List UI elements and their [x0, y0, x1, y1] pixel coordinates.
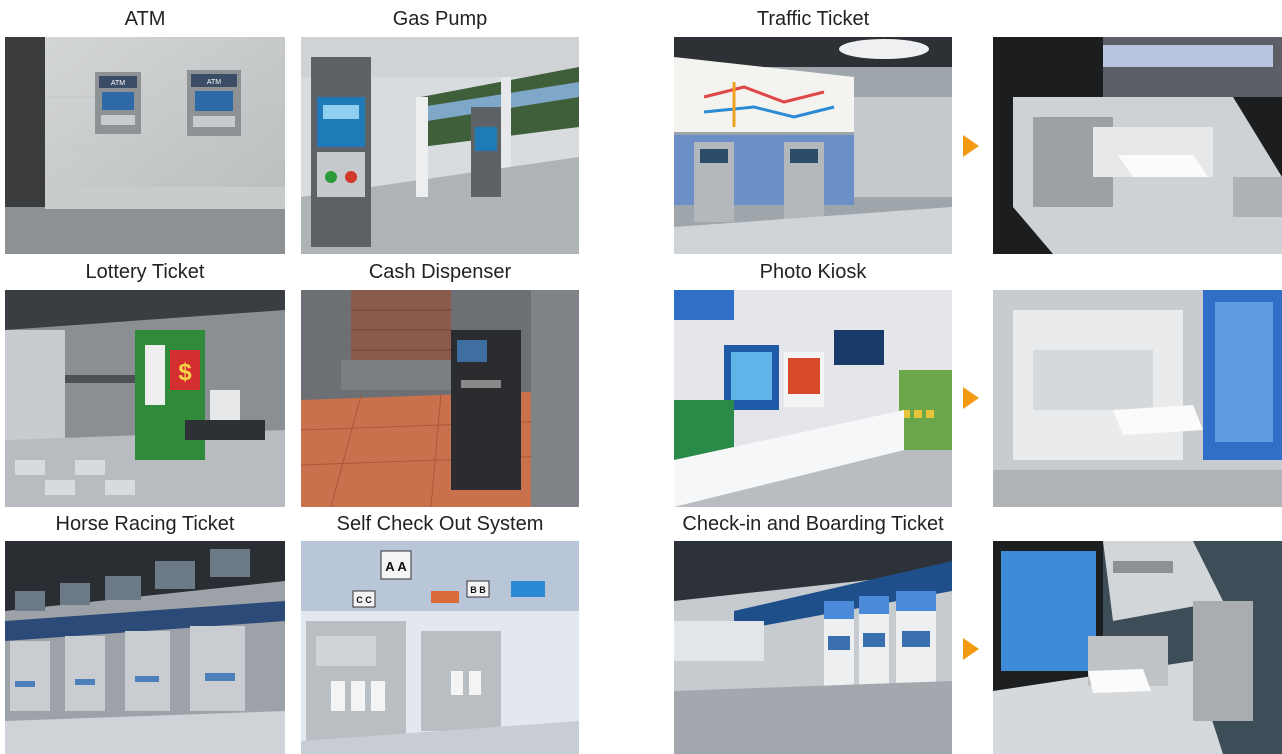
check-in-boarding-printer-detail	[993, 541, 1282, 754]
atm-machine-left: ATM	[95, 72, 141, 134]
traffic-ticket-printer-detail	[993, 37, 1282, 254]
svg-text:$: $	[178, 359, 192, 386]
photo-kiosk-printer-detail	[993, 290, 1282, 507]
caption-traffic-ticket: Traffic Ticket	[756, 8, 870, 30]
svg-text:ATM: ATM	[111, 80, 125, 87]
svg-text:B B: B B	[470, 585, 486, 595]
caption-lottery-ticket: Lottery Ticket	[85, 261, 205, 283]
check-in-boarding-image	[674, 541, 952, 754]
atm-machine-right: ATM	[187, 70, 241, 136]
caption-cash-dispenser: Cash Dispenser	[368, 261, 512, 283]
lottery-ticket-image: $	[5, 290, 285, 507]
triangle-right-icon	[963, 387, 979, 409]
svg-text:A A: A A	[385, 559, 407, 574]
caption-self-check-out: Self Check Out System	[336, 513, 544, 535]
svg-text:C C: C C	[356, 595, 372, 605]
self-check-out-image: A A C C B B	[301, 541, 579, 754]
caption-horse-racing-ticket: Horse Racing Ticket	[55, 513, 235, 535]
atm-image: ATM ATM	[5, 37, 285, 254]
caption-gas-pump: Gas Pump	[392, 8, 488, 30]
horse-racing-ticket-image	[5, 541, 285, 754]
gas-pump-image	[301, 37, 579, 254]
photo-kiosk-image	[674, 290, 952, 507]
caption-photo-kiosk: Photo Kiosk	[759, 261, 867, 283]
caption-atm: ATM	[124, 8, 166, 30]
triangle-right-icon	[963, 638, 979, 660]
caption-check-in-boarding: Check-in and Boarding Ticket	[682, 513, 944, 535]
svg-text:ATM: ATM	[207, 79, 221, 86]
cash-dispenser-image	[301, 290, 579, 507]
triangle-right-icon	[963, 135, 979, 157]
traffic-ticket-image	[674, 37, 952, 254]
